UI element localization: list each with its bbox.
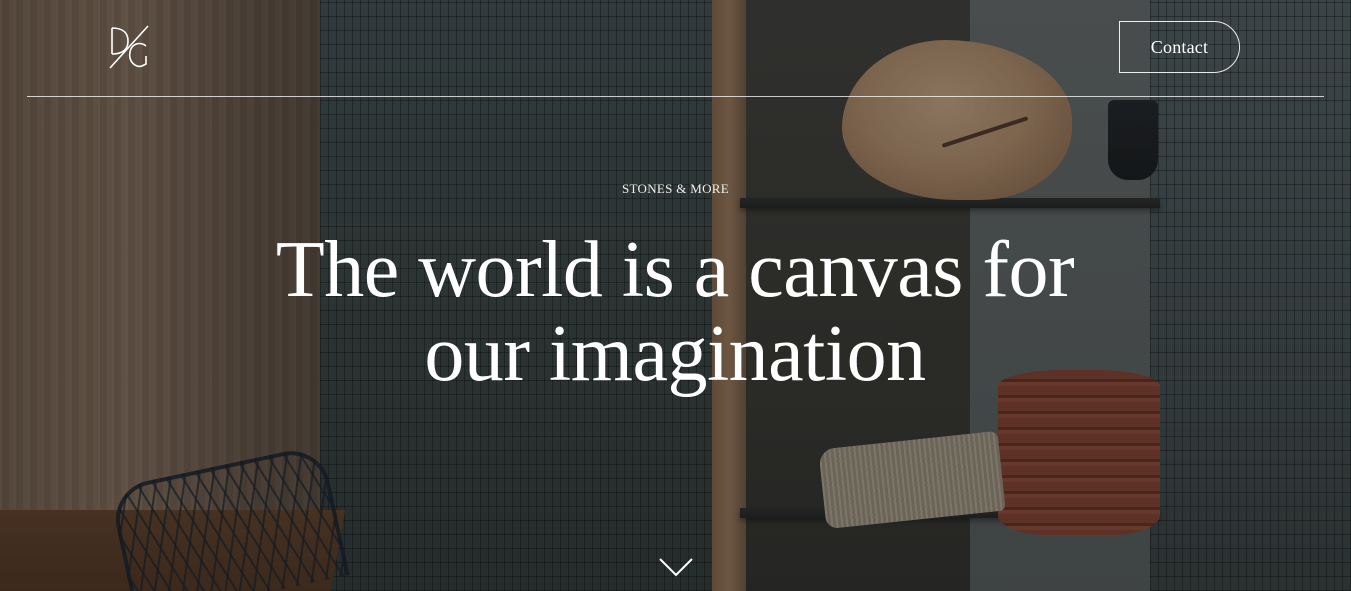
hero-title-line-1: The world is a canvas for <box>275 226 1075 314</box>
hero-title-line-2: our imagination <box>424 310 926 398</box>
dg-monogram-icon[interactable] <box>106 24 154 72</box>
hero-title: The world is a canvas for our imaginatio… <box>175 228 1175 396</box>
header-divider <box>27 96 1324 97</box>
chevron-down-icon[interactable] <box>658 556 694 578</box>
contact-button[interactable]: Contact <box>1119 21 1240 73</box>
hero-eyebrow: STONES & MORE <box>622 181 729 196</box>
